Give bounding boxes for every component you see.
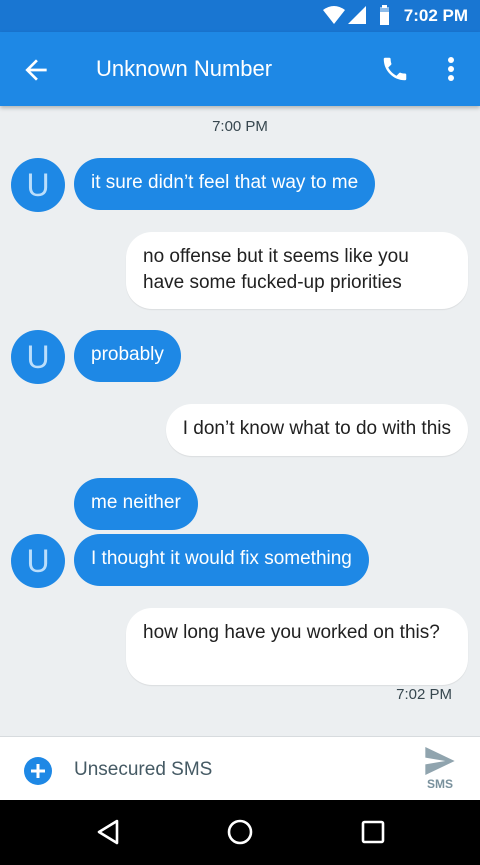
contact-avatar[interactable]: U <box>11 158 65 212</box>
incoming-message[interactable]: I thought it would fix something <box>74 534 369 586</box>
contact-avatar[interactable]: U <box>11 330 65 384</box>
send-button[interactable]: SMS <box>412 745 468 795</box>
status-bar: 7:02 PM <box>0 0 480 32</box>
message-timestamp: 7:00 PM <box>212 118 268 135</box>
status-icons <box>323 5 389 25</box>
conversation-title: Unknown Number <box>96 56 273 81</box>
navigation-bar <box>0 800 480 865</box>
app-bar: Unknown Number <box>0 32 480 106</box>
nav-back-icon[interactable] <box>93 817 123 847</box>
back-arrow-icon[interactable] <box>20 54 52 86</box>
nav-recents-icon[interactable] <box>358 817 388 847</box>
more-vert-icon[interactable] <box>440 54 462 84</box>
outgoing-message[interactable]: I don’t know what to do with this <box>165 404 468 456</box>
message-timestamp: 7:02 PM <box>396 686 452 703</box>
message-input[interactable] <box>74 753 394 787</box>
nav-home-icon[interactable] <box>225 817 255 847</box>
send-label: SMS <box>426 777 453 791</box>
add-icon[interactable] <box>24 757 52 785</box>
incoming-message[interactable]: it sure didn’t feel that way to me <box>74 158 376 210</box>
signal-icon <box>348 6 366 24</box>
phone-icon[interactable] <box>380 54 410 84</box>
status-time: 7:02 PM <box>403 6 468 25</box>
outgoing-message[interactable]: no offense but it seems like you have so… <box>126 232 468 309</box>
wifi-icon <box>323 6 345 24</box>
incoming-message[interactable]: probably <box>74 330 181 382</box>
battery-icon <box>380 5 389 25</box>
outgoing-message[interactable]: how long have you worked on this? <box>126 608 468 685</box>
conversation: 7:00 PM U it sure didn’t feel that way t… <box>0 106 480 736</box>
compose-bar: SMS <box>0 736 480 801</box>
contact-avatar[interactable]: U <box>11 534 65 588</box>
send-icon <box>425 747 455 775</box>
incoming-message[interactable]: me neither <box>74 478 198 530</box>
